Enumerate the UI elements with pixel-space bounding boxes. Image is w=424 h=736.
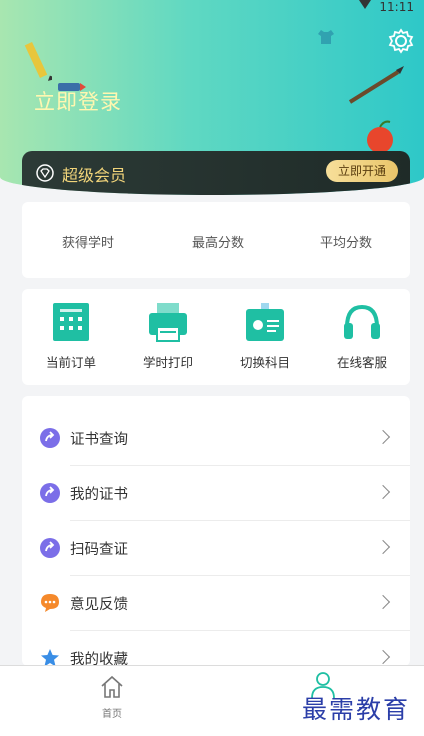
apple-decoration-icon xyxy=(367,120,393,153)
divider xyxy=(70,465,410,466)
vip-banner: 超级会员 立即开通 xyxy=(22,151,410,195)
shirt-decoration-icon xyxy=(318,30,334,44)
quick-action-label: 在线客服 xyxy=(336,355,387,370)
printer-icon xyxy=(148,303,188,343)
stat-best-score: 最高分数 xyxy=(192,236,245,251)
arrow-circle-icon xyxy=(40,428,60,448)
stats-card: 获得学时 最高分数 平均分数 xyxy=(22,202,410,278)
profile-header: 11:11 立即登录 超级会员 立即开通 xyxy=(0,0,424,195)
watermark-logo: 最需教育 xyxy=(302,695,411,724)
pencil-decoration-icon xyxy=(24,41,52,81)
status-time: 11:11 xyxy=(379,0,414,14)
login-link[interactable]: 立即登录 xyxy=(34,86,122,116)
signal-icon xyxy=(359,0,372,9)
headset-icon xyxy=(342,303,382,343)
quick-action-label: 学时打印 xyxy=(142,355,193,370)
paintbrush-decoration-icon xyxy=(348,66,404,104)
chevron-right-icon xyxy=(375,539,391,555)
chat-bubble-icon xyxy=(41,594,59,612)
quick-actions-card: 当前订单 学时打印 切换科目 在线客服 xyxy=(22,289,410,385)
tab-home-label: 首页 xyxy=(102,709,122,720)
chevron-right-icon xyxy=(375,594,391,610)
order-icon xyxy=(51,303,91,343)
home-icon xyxy=(101,675,123,698)
vip-open-button[interactable]: 立即开通 xyxy=(326,160,398,182)
chevron-right-icon xyxy=(375,649,391,665)
divider xyxy=(70,520,410,521)
gear-icon[interactable] xyxy=(388,28,414,54)
stat-study-hours: 获得学时 xyxy=(62,236,115,251)
menu-item-scan-verify[interactable]: 扫码查证 xyxy=(22,522,410,576)
quick-action-label: 当前订单 xyxy=(45,355,96,370)
vip-label: 超级会员 xyxy=(62,166,127,185)
diamond-icon xyxy=(36,164,54,182)
menu-item-my-certificates[interactable]: 我的证书 xyxy=(22,467,410,521)
stat-average-score: 平均分数 xyxy=(320,236,373,251)
chevron-right-icon xyxy=(375,484,391,500)
quick-action-support[interactable]: 在线客服 xyxy=(327,303,397,371)
tab-home[interactable]: 首页 xyxy=(94,674,130,720)
menu-item-certificate-query[interactable]: 证书查询 xyxy=(22,412,410,466)
quick-action-switch-subject[interactable]: 切换科目 xyxy=(230,303,300,371)
menu-item-label: 证书查询 xyxy=(70,432,128,448)
divider xyxy=(70,630,410,631)
chevron-right-icon xyxy=(375,429,391,445)
menu-item-label: 我的证书 xyxy=(70,487,128,503)
quick-action-label: 切换科目 xyxy=(239,355,290,370)
menu-list: 证书查询 我的证书 扫码查证 意见反馈 我的收藏 xyxy=(22,396,410,668)
quick-action-print[interactable]: 学时打印 xyxy=(133,303,203,371)
id-card-icon xyxy=(245,303,285,343)
menu-item-feedback[interactable]: 意见反馈 xyxy=(22,577,410,631)
status-bar: 11:11 xyxy=(359,0,414,14)
arrow-circle-icon xyxy=(40,538,60,558)
arrow-circle-icon xyxy=(40,483,60,503)
quick-action-orders[interactable]: 当前订单 xyxy=(36,303,106,371)
menu-item-label: 扫码查证 xyxy=(70,542,128,558)
menu-item-label: 意见反馈 xyxy=(70,597,128,613)
divider xyxy=(70,575,410,576)
